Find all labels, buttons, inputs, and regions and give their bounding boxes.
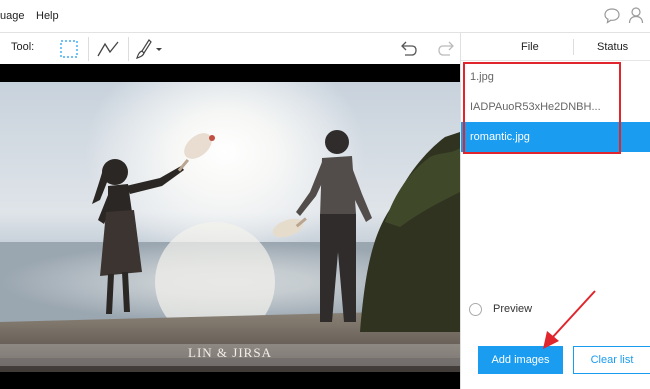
file-list: 1.jpg IADPAuoR53xHe2DNBH... romantic.jpg (461, 62, 650, 152)
file-list-item[interactable]: IADPAuoR53xHe2DNBH... (461, 92, 650, 122)
toolbar-divider (128, 37, 129, 61)
clear-list-button[interactable]: Clear list (573, 346, 650, 374)
add-images-button[interactable]: Add images (478, 346, 563, 374)
menu-help[interactable]: Help (36, 10, 59, 22)
toolbar: Tool: (0, 33, 460, 64)
undo-icon[interactable] (397, 37, 419, 61)
file-name: 1.jpg (470, 71, 494, 83)
column-status[interactable]: Status (597, 41, 628, 53)
column-divider (573, 39, 574, 55)
menu-bar: uage Help (0, 0, 650, 33)
photo-watermark: LIN & JIRSA (188, 345, 272, 360)
preview-label: Preview (493, 303, 533, 315)
polyline-icon[interactable] (96, 37, 120, 61)
column-file[interactable]: File (521, 41, 539, 53)
file-name: IADPAuoR53xHe2DNBH... (470, 101, 601, 113)
file-list-item[interactable]: 1.jpg (461, 62, 650, 92)
redo-icon[interactable] (436, 37, 458, 61)
file-name: romantic.jpg (470, 131, 530, 143)
tool-label: Tool: (11, 41, 35, 53)
toolbar-divider (88, 37, 89, 61)
preview-radio[interactable] (469, 303, 482, 316)
file-list-item-selected[interactable]: romantic.jpg (461, 122, 650, 152)
file-list-header: File Status (461, 33, 650, 61)
image-canvas[interactable]: LIN & JIRSA (0, 64, 460, 389)
rectangle-select-icon[interactable] (58, 37, 80, 61)
menu-language[interactable]: uage (0, 10, 24, 22)
user-icon[interactable] (628, 6, 644, 24)
brush-icon[interactable] (134, 37, 164, 61)
feedback-icon[interactable] (603, 7, 621, 25)
file-panel: File Status 1.jpg IADPAuoR53xHe2DNBH... … (460, 33, 650, 389)
photo-preview (0, 82, 460, 372)
